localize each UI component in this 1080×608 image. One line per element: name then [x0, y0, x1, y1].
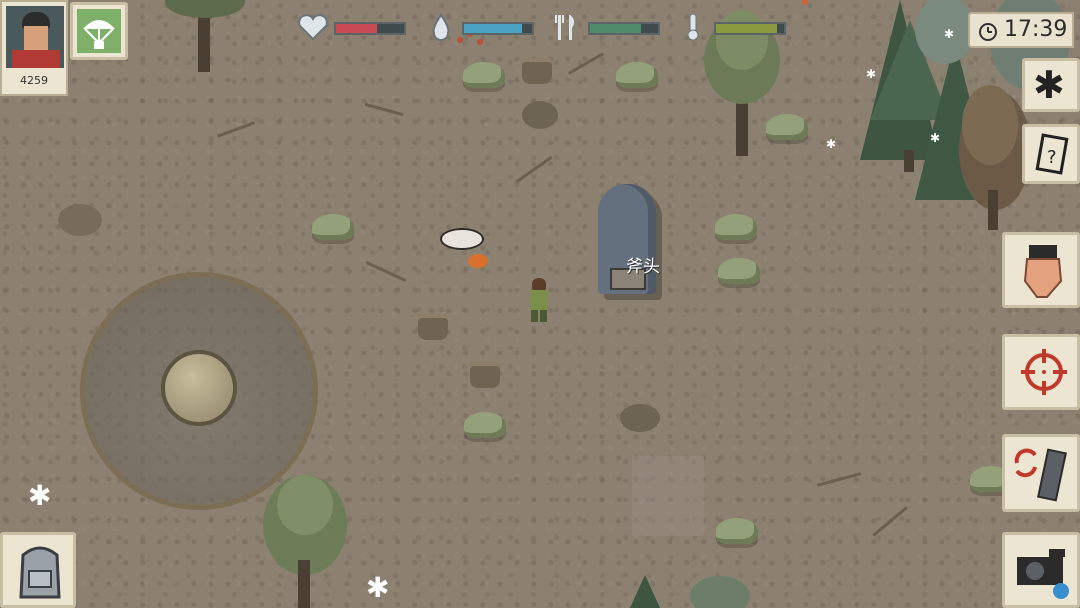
clock-time: 17:39: [1004, 17, 1068, 42]
clock-icon: [979, 23, 997, 41]
health-stat: [296, 12, 408, 42]
heart-icon: [298, 14, 328, 41]
aim-button[interactable]: [1002, 334, 1080, 410]
player-score: 4259: [20, 74, 48, 87]
game-clock: 17:39: [968, 12, 1074, 48]
bush: [718, 258, 760, 284]
health-bar: [336, 24, 377, 33]
swap-weapon-button[interactable]: [1002, 434, 1080, 512]
bush: [766, 114, 808, 140]
snowflake: ✱: [930, 131, 941, 145]
bush: [464, 412, 506, 438]
quest-button[interactable]: ?: [1022, 124, 1080, 184]
joystick-knob[interactable]: [161, 350, 237, 426]
parachute-icon: [77, 9, 121, 53]
tree-stump: [418, 314, 448, 340]
backpack-button[interactable]: [0, 532, 76, 608]
fork-knife-icon: [555, 15, 575, 40]
thirst-stat: [424, 12, 536, 42]
scroll-icon: ?: [1035, 133, 1069, 175]
hunger-stat: [550, 12, 662, 42]
hunger-bar: [590, 24, 641, 33]
thermometer-icon: [687, 13, 699, 41]
snowflake: ✱: [866, 67, 877, 81]
bush: [616, 62, 658, 88]
avatar: [6, 6, 64, 68]
hand-icon: [1023, 245, 1063, 298]
camera-icon: [1017, 549, 1069, 599]
temperature-stat: [676, 12, 788, 42]
thirst-bar: [464, 24, 522, 33]
svg-text:?: ?: [1047, 147, 1057, 168]
tree-stump: [470, 362, 500, 388]
snowflake: ✱: [28, 479, 52, 512]
snowflake: ✱: [944, 27, 955, 41]
crosshair-icon: [1021, 349, 1067, 395]
gear-icon: ✱: [1033, 63, 1065, 107]
temperature-bar: [716, 24, 778, 33]
snowflake: ✱: [826, 137, 837, 151]
camera-button[interactable]: [1002, 532, 1080, 608]
settings-button[interactable]: ✱: [1022, 58, 1080, 112]
item-label: 斧头: [626, 257, 660, 277]
snowflake: ✱: [366, 571, 390, 604]
grab-button[interactable]: [1002, 232, 1080, 308]
campfire-ember: [468, 254, 488, 268]
water-drop-icon: [432, 13, 450, 41]
bush: [463, 62, 505, 88]
airdrop-button[interactable]: [70, 2, 128, 60]
player-character: [528, 278, 550, 324]
animal-carcass[interactable]: [440, 228, 484, 250]
bush: [716, 518, 758, 544]
swap-weapon-icon: [1014, 448, 1067, 502]
bush: [312, 214, 354, 240]
player-avatar-panel[interactable]: 4259: [0, 0, 68, 96]
tree-stump: [522, 58, 552, 84]
bush: [715, 214, 757, 240]
backpack-icon: [19, 546, 61, 599]
